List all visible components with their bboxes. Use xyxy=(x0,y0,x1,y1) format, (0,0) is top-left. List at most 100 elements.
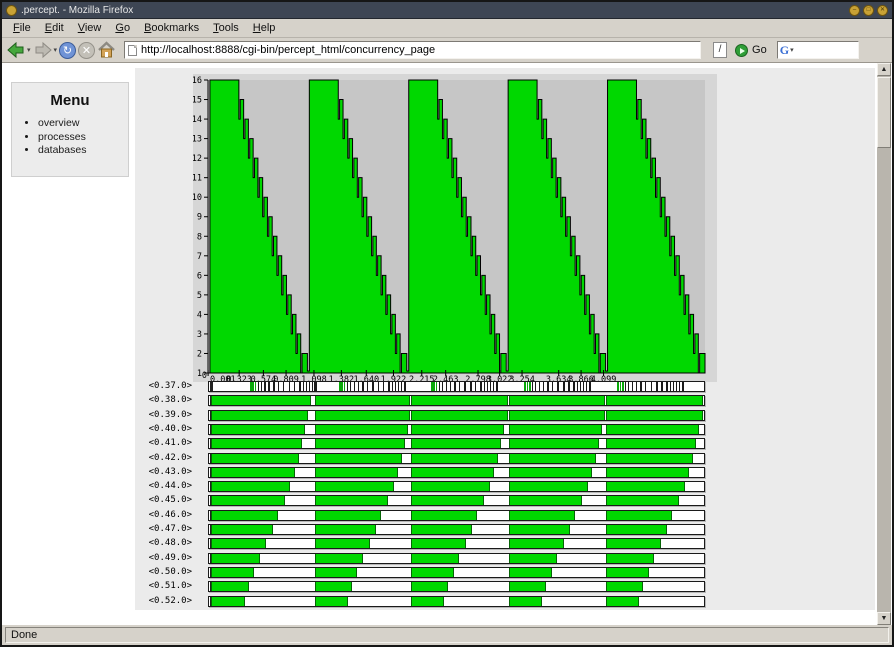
activity-tick-black xyxy=(308,382,311,391)
activity-bar-0.38.0[interactable] xyxy=(208,395,705,407)
process-pid-label: <0.46.0> xyxy=(148,509,192,520)
process-pid-label: <0.45.0> xyxy=(148,495,192,506)
activity-bar-0.46.0[interactable] xyxy=(208,509,705,521)
activity-bar-0.51.0[interactable] xyxy=(208,581,705,593)
sidebar-link-overview[interactable]: overview xyxy=(38,117,128,131)
activity-tick-black xyxy=(277,382,279,391)
activity-bar-0.50.0[interactable] xyxy=(208,566,705,578)
activity-bar-0.43.0[interactable] xyxy=(208,466,705,478)
close-button[interactable]: ✕ xyxy=(877,4,888,16)
go-button[interactable]: Go xyxy=(735,43,767,57)
scroll-down-icon[interactable]: ▼ xyxy=(877,612,891,625)
menu-go[interactable]: Go xyxy=(108,20,137,36)
scrollbar-thumb[interactable] xyxy=(877,77,891,148)
activity-tick-black xyxy=(258,382,260,391)
sidebar-link-databases[interactable]: databases xyxy=(38,144,128,158)
activity-segment xyxy=(211,482,291,492)
menu-edit[interactable]: Edit xyxy=(38,20,71,36)
menu-file[interactable]: File xyxy=(6,20,38,36)
sidebar-link-processes[interactable]: processes xyxy=(38,131,128,145)
home-button[interactable] xyxy=(97,41,116,59)
activity-bar-0.48.0[interactable] xyxy=(208,538,705,550)
activity-bar-0.52.0[interactable] xyxy=(208,595,705,607)
activity-tick-black xyxy=(442,382,444,391)
scroll-up-icon[interactable]: ▲ xyxy=(877,63,891,76)
vertical-scrollbar[interactable]: ▲ ▼ xyxy=(877,63,891,625)
back-dropdown-icon[interactable]: ▾ xyxy=(27,46,31,54)
activity-tick-black xyxy=(572,382,575,391)
menu-bookmarks[interactable]: Bookmarks xyxy=(137,20,206,36)
activity-tick-green xyxy=(343,382,346,391)
activity-tick-black xyxy=(490,382,492,391)
activity-tick-green xyxy=(526,382,529,391)
activity-bar-0.42.0[interactable] xyxy=(208,452,705,464)
url-input[interactable] xyxy=(141,44,698,56)
reload-button[interactable]: ↻ xyxy=(59,41,77,59)
activity-bar-0.44.0[interactable] xyxy=(208,481,705,493)
activity-tick-black xyxy=(458,382,461,391)
activity-segment xyxy=(508,410,605,420)
activity-tick-black xyxy=(538,382,540,391)
shade-button[interactable]: – xyxy=(849,4,860,16)
activity-tick-black xyxy=(372,382,374,391)
timeline-row: <0.42.0> xyxy=(135,452,875,466)
search-engine-icon[interactable]: G xyxy=(780,43,789,58)
activity-bar-0.41.0[interactable] xyxy=(208,438,705,450)
forward-icon xyxy=(35,41,52,59)
activity-segment xyxy=(508,424,603,434)
activity-segment xyxy=(410,453,499,463)
activity-tick-black xyxy=(401,382,403,391)
process-pid-label: <0.38.0> xyxy=(148,395,192,406)
activity-tick-black xyxy=(298,382,301,391)
process-pid-label: <0.44.0> xyxy=(148,481,192,492)
activity-tick-black xyxy=(445,382,447,391)
svg-text:15: 15 xyxy=(193,96,202,106)
activity-segment xyxy=(211,582,249,592)
activity-segment xyxy=(211,596,245,606)
activity-tick-black xyxy=(395,382,397,391)
activity-bar-0.49.0[interactable] xyxy=(208,552,705,564)
activity-tick-black xyxy=(353,382,355,391)
activity-tick-black xyxy=(378,382,380,391)
activity-tick-black xyxy=(302,382,304,391)
activity-tick-black xyxy=(568,382,570,391)
activity-segment xyxy=(508,396,605,406)
activity-tick-black xyxy=(535,382,537,391)
search-input[interactable]: G ▾ xyxy=(776,41,859,59)
menu-view[interactable]: View xyxy=(71,20,109,36)
activity-segment xyxy=(211,496,285,506)
go-icon xyxy=(735,43,749,57)
activity-bar-0.37.0[interactable] xyxy=(208,381,705,392)
activity-segment xyxy=(211,467,295,477)
search-engine-dropdown-icon[interactable]: ▾ xyxy=(790,46,794,54)
maximize-button[interactable]: □ xyxy=(863,4,874,16)
home-icon xyxy=(98,41,115,58)
forward-button[interactable]: ▾ xyxy=(33,41,58,59)
activity-tick-black xyxy=(547,382,550,391)
url-bar[interactable] xyxy=(124,41,702,59)
activity-segment xyxy=(410,396,508,406)
activity-tick-black xyxy=(557,382,559,391)
timeline-row: <0.39.0> xyxy=(135,409,875,423)
stop-button[interactable]: ✕ xyxy=(78,41,96,59)
activity-segment xyxy=(508,553,558,563)
activity-tick-green xyxy=(341,382,343,391)
svg-text:13: 13 xyxy=(193,135,202,145)
activity-tick-black xyxy=(361,382,365,391)
process-pid-label: <0.51.0> xyxy=(148,581,192,592)
menu-tools[interactable]: Tools xyxy=(206,20,246,36)
activity-tick-black xyxy=(673,382,675,391)
forward-dropdown-icon[interactable]: ▾ xyxy=(54,46,58,54)
activity-tick-black xyxy=(645,382,647,391)
timeline-row: <0.46.0> xyxy=(135,509,875,523)
activity-bar-0.45.0[interactable] xyxy=(208,495,705,507)
menu-help[interactable]: Help xyxy=(246,20,283,36)
svg-text:9: 9 xyxy=(197,213,202,223)
activity-bar-0.47.0[interactable] xyxy=(208,524,705,535)
activity-bar-0.39.0[interactable] xyxy=(208,409,705,421)
timeline-row: <0.48.0> xyxy=(135,537,875,551)
activity-tick-black xyxy=(470,382,472,391)
back-button[interactable]: ▾ xyxy=(6,41,31,59)
activity-bar-0.40.0[interactable] xyxy=(208,423,705,435)
activity-segment xyxy=(508,582,547,592)
